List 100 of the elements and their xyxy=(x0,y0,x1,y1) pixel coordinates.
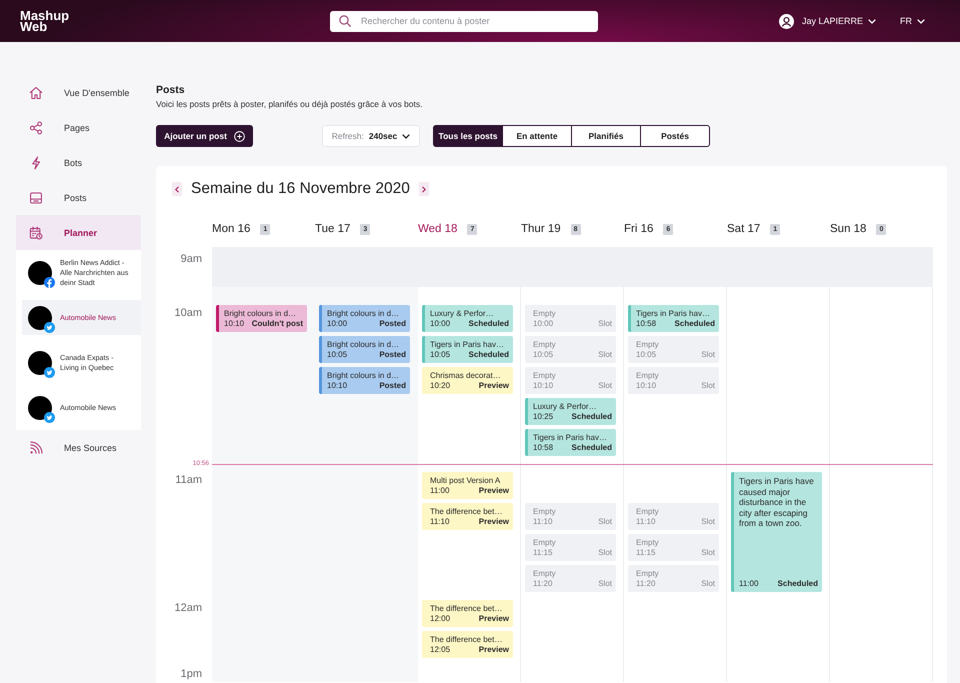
post-card[interactable]: The difference bet… 12:05 Preview xyxy=(422,631,513,658)
post-status: Preview xyxy=(478,614,509,624)
search-field[interactable]: Rechercher du contenu à poster xyxy=(330,10,598,32)
filter-tab[interactable]: Planifiés xyxy=(571,125,641,147)
slot-time: 11:15 xyxy=(533,548,552,558)
post-time: 11:00 xyxy=(739,579,758,589)
slot-time: 11:20 xyxy=(533,579,552,589)
slot-time: 11:10 xyxy=(636,517,656,527)
filter-tab[interactable]: Tous les posts xyxy=(433,125,503,147)
post-card[interactable]: Multi post Version A 11:00 Preview xyxy=(422,472,513,499)
chevron-left-icon xyxy=(175,186,179,192)
facebook-icon xyxy=(44,276,55,288)
post-card[interactable]: Bright colours in d… 10:05 Posted xyxy=(319,336,410,363)
post-card[interactable]: Bright colours in d… 10:00 Posted xyxy=(319,305,410,332)
post-title: Chrismas decorat… xyxy=(430,371,502,381)
day-label: Sun 18 xyxy=(830,223,866,235)
day-label: Fri 16 xyxy=(624,223,654,235)
page-title: Posts xyxy=(156,84,185,97)
post-status: Scheduled xyxy=(674,319,715,329)
post-title: Multi post Version A xyxy=(430,476,502,486)
user-menu-button[interactable]: Jay LAPIERRE xyxy=(802,16,876,26)
post-card[interactable]: Tigers in Paris hav… 10:58 Scheduled xyxy=(628,305,719,332)
slot-label: Empty xyxy=(533,340,557,350)
twitter-icon xyxy=(44,366,55,378)
week-title: Semaine du 16 Novembre 2020 xyxy=(191,180,410,198)
rss-icon xyxy=(29,440,43,454)
post-title: The difference bet… xyxy=(430,604,504,614)
post-title: The difference bet… xyxy=(430,507,504,517)
refresh-label: Refresh: xyxy=(332,131,364,141)
post-time: 10:00 xyxy=(327,319,348,329)
slot-label: Empty xyxy=(533,569,557,579)
nav-item[interactable]: Pages xyxy=(16,110,141,145)
bot-avatar xyxy=(28,306,52,330)
post-card[interactable]: Luxury & Perfor… 10:00 Scheduled xyxy=(422,305,513,332)
previous-week-button[interactable] xyxy=(172,182,182,196)
post-time: 12:00 xyxy=(430,614,450,624)
post-time: 10:10 xyxy=(327,381,348,391)
twitter-icon xyxy=(44,412,55,422)
slot-status: Slot xyxy=(701,381,715,391)
logo: Mashup Web xyxy=(20,10,70,32)
post-title: Luxury & Perfor… xyxy=(430,309,495,319)
page-subtitle: Voici les posts prêts à poster, planifés ou déjà postés grâce à vos bots. xyxy=(156,99,422,110)
post-title: Tigers in Paris hav… xyxy=(636,309,711,319)
post-status: Preview xyxy=(478,381,509,391)
filter-tab[interactable]: Postés xyxy=(640,125,710,147)
refresh-dropdown[interactable]: Refresh: 240sec xyxy=(322,125,420,147)
search-icon xyxy=(339,15,351,27)
post-card[interactable]: Tigers in Paris hav… 10:05 Scheduled xyxy=(422,336,513,363)
slot-time: 10:10 xyxy=(636,381,656,391)
slot-time: 10:00 xyxy=(533,319,554,329)
slot-status: Slot xyxy=(598,517,612,527)
post-time: 10:05 xyxy=(327,350,348,360)
slot-label: Empty xyxy=(636,371,660,381)
post-title: Bright colours in d… xyxy=(224,309,298,319)
hour-label: 10am xyxy=(174,307,203,320)
post-card[interactable]: Chrismas decorat… 10:20 Preview xyxy=(422,367,513,394)
slot-status: Slot xyxy=(598,381,612,391)
post-status: Scheduled xyxy=(778,579,818,589)
nav-item[interactable]: Bots xyxy=(16,145,141,180)
post-title: Bright colours in d… xyxy=(327,309,400,319)
post-time: 10:25 xyxy=(533,412,554,422)
post-card[interactable]: Luxury & Perfor… 10:25 Scheduled xyxy=(525,398,616,425)
slot-label: Empty xyxy=(533,538,557,548)
post-status: Posted xyxy=(379,350,406,360)
next-week-button[interactable] xyxy=(418,182,429,196)
day-label: Sat 17 xyxy=(727,223,760,235)
post-status: Scheduled xyxy=(572,412,612,422)
bot-avatar xyxy=(28,260,52,284)
nav-item[interactable]: Mes Sources xyxy=(16,430,141,465)
post-status: Couldn't post xyxy=(252,319,303,329)
slot-label: Empty xyxy=(636,507,660,517)
post-card[interactable]: Tigers in Paris have caused major disturbance in the city after escaping from a town zoo. 11:00 Scheduled xyxy=(731,472,822,592)
post-time: 11:00 xyxy=(430,486,450,496)
filter-tab[interactable]: En attente xyxy=(502,125,572,147)
post-card[interactable]: The difference bet… 11:10 Preview xyxy=(422,503,513,530)
day-label: Tue 17 xyxy=(315,223,350,235)
chevron-down-icon xyxy=(868,18,876,24)
hour-label: 12am xyxy=(174,602,203,615)
nav-item[interactable]: Posts xyxy=(16,180,141,215)
post-status: Scheduled xyxy=(468,350,509,360)
post-title: Tigers in Paris hav… xyxy=(430,340,505,350)
post-card[interactable]: The difference bet… 12:00 Preview xyxy=(422,600,513,627)
nav-item[interactable]: Vue D'ensemble xyxy=(16,75,141,110)
bot-avatar xyxy=(28,396,52,420)
add-post-button[interactable]: Ajouter un post xyxy=(156,125,253,147)
slot-status: Slot xyxy=(598,319,612,329)
post-status: Preview xyxy=(478,486,509,496)
chevron-down-icon xyxy=(917,18,925,24)
slot-time: 11:10 xyxy=(533,517,552,527)
post-title: Luxury & Perfor… xyxy=(533,402,598,412)
language-button[interactable]: FR xyxy=(900,16,925,26)
post-title: Tigers in Paris hav… xyxy=(533,433,608,443)
post-card[interactable]: Tigers in Paris hav… 10:58 Scheduled xyxy=(525,429,616,456)
post-card[interactable]: Bright colours in d… 10:10 Posted xyxy=(319,367,410,394)
day-label: Mon 16 xyxy=(212,223,250,235)
post-status: Preview xyxy=(478,517,509,527)
post-card[interactable]: Bright colours in d… 10:10 Couldn't post xyxy=(216,305,307,332)
hour-label: 11am xyxy=(175,474,203,487)
nav-item[interactable]: Planner xyxy=(16,215,141,250)
day-label: Wed 18 xyxy=(418,223,458,235)
